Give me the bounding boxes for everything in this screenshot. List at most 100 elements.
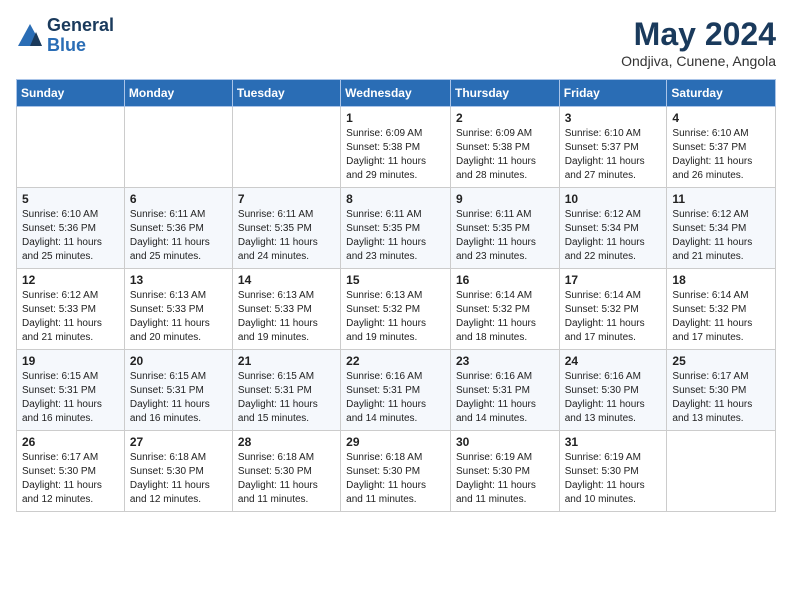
day-detail: Sunrise: 6:16 AM Sunset: 5:31 PM Dayligh…	[346, 370, 445, 426]
day-detail: Sunrise: 6:09 AM Sunset: 5:38 PM Dayligh…	[346, 127, 445, 183]
day-number: 15	[346, 273, 445, 287]
calendar-cell-w2-d5: 9 Sunrise: 6:11 AM Sunset: 5:35 PM Daylig…	[450, 188, 559, 269]
calendar-cell-w3-d1: 12 Sunrise: 6:12 AM Sunset: 5:33 PM Dayli…	[17, 269, 125, 350]
calendar-cell-w1-d2	[124, 107, 232, 188]
day-number: 26	[22, 435, 119, 449]
calendar-cell-w1-d5: 2 Sunrise: 6:09 AM Sunset: 5:38 PM Daylig…	[450, 107, 559, 188]
calendar-cell-w5-d4: 29 Sunrise: 6:18 AM Sunset: 5:30 PM Dayli…	[341, 431, 451, 512]
calendar-cell-w2-d7: 11 Sunrise: 6:12 AM Sunset: 5:34 PM Dayli…	[667, 188, 776, 269]
day-detail: Sunrise: 6:16 AM Sunset: 5:31 PM Dayligh…	[456, 370, 554, 426]
calendar-cell-w1-d4: 1 Sunrise: 6:09 AM Sunset: 5:38 PM Daylig…	[341, 107, 451, 188]
day-number: 2	[456, 111, 554, 125]
logo-icon	[16, 22, 44, 50]
week-row-3: 12 Sunrise: 6:12 AM Sunset: 5:33 PM Dayli…	[17, 269, 776, 350]
calendar-cell-w2-d2: 6 Sunrise: 6:11 AM Sunset: 5:36 PM Daylig…	[124, 188, 232, 269]
day-number: 8	[346, 192, 445, 206]
day-number: 24	[565, 354, 662, 368]
day-detail: Sunrise: 6:15 AM Sunset: 5:31 PM Dayligh…	[22, 370, 119, 426]
month-year: May 2024	[621, 16, 776, 53]
day-number: 12	[22, 273, 119, 287]
day-number: 7	[238, 192, 335, 206]
col-saturday: Saturday	[667, 80, 776, 107]
calendar-cell-w4-d1: 19 Sunrise: 6:15 AM Sunset: 5:31 PM Dayli…	[17, 350, 125, 431]
day-number: 6	[130, 192, 227, 206]
calendar-cell-w3-d2: 13 Sunrise: 6:13 AM Sunset: 5:33 PM Dayli…	[124, 269, 232, 350]
day-number: 22	[346, 354, 445, 368]
day-number: 21	[238, 354, 335, 368]
week-row-1: 1 Sunrise: 6:09 AM Sunset: 5:38 PM Daylig…	[17, 107, 776, 188]
day-number: 29	[346, 435, 445, 449]
day-detail: Sunrise: 6:18 AM Sunset: 5:30 PM Dayligh…	[130, 451, 227, 507]
day-number: 14	[238, 273, 335, 287]
calendar-cell-w3-d4: 15Sunrise: 6:13 AM Sunset: 5:32 PM Dayli…	[341, 269, 451, 350]
day-detail: Sunrise: 6:16 AM Sunset: 5:30 PM Dayligh…	[565, 370, 662, 426]
calendar-cell-w5-d5: 30Sunrise: 6:19 AM Sunset: 5:30 PM Dayli…	[450, 431, 559, 512]
calendar-cell-w3-d3: 14 Sunrise: 6:13 AM Sunset: 5:33 PM Dayli…	[232, 269, 340, 350]
week-row-5: 26 Sunrise: 6:17 AM Sunset: 5:30 PM Dayli…	[17, 431, 776, 512]
page-header: General Blue May 2024 Ondjiva, Cunene, A…	[16, 16, 776, 69]
day-detail: Sunrise: 6:11 AM Sunset: 5:35 PM Dayligh…	[456, 208, 554, 264]
day-detail: Sunrise: 6:13 AM Sunset: 5:33 PM Dayligh…	[238, 289, 335, 345]
col-monday: Monday	[124, 80, 232, 107]
calendar-cell-w4-d5: 23 Sunrise: 6:16 AM Sunset: 5:31 PM Dayli…	[450, 350, 559, 431]
day-detail: Sunrise: 6:12 AM Sunset: 5:34 PM Dayligh…	[565, 208, 662, 264]
day-number: 1	[346, 111, 445, 125]
calendar-cell-w4-d6: 24 Sunrise: 6:16 AM Sunset: 5:30 PM Dayli…	[559, 350, 667, 431]
col-wednesday: Wednesday	[341, 80, 451, 107]
day-detail: Sunrise: 6:11 AM Sunset: 5:36 PM Dayligh…	[130, 208, 227, 264]
day-number: 13	[130, 273, 227, 287]
day-detail: Sunrise: 6:10 AM Sunset: 5:37 PM Dayligh…	[672, 127, 770, 183]
title-block: May 2024 Ondjiva, Cunene, Angola	[621, 16, 776, 69]
day-number: 4	[672, 111, 770, 125]
calendar-cell-w5-d6: 31Sunrise: 6:19 AM Sunset: 5:30 PM Dayli…	[559, 431, 667, 512]
day-detail: Sunrise: 6:12 AM Sunset: 5:34 PM Dayligh…	[672, 208, 770, 264]
calendar-cell-w5-d1: 26 Sunrise: 6:17 AM Sunset: 5:30 PM Dayli…	[17, 431, 125, 512]
calendar-cell-w2-d4: 8 Sunrise: 6:11 AM Sunset: 5:35 PM Daylig…	[341, 188, 451, 269]
day-number: 31	[565, 435, 662, 449]
day-detail: Sunrise: 6:10 AM Sunset: 5:37 PM Dayligh…	[565, 127, 662, 183]
calendar-cell-w5-d3: 28Sunrise: 6:18 AM Sunset: 5:30 PM Dayli…	[232, 431, 340, 512]
day-detail: Sunrise: 6:14 AM Sunset: 5:32 PM Dayligh…	[565, 289, 662, 345]
day-detail: Sunrise: 6:12 AM Sunset: 5:33 PM Dayligh…	[22, 289, 119, 345]
day-number: 3	[565, 111, 662, 125]
week-row-2: 5Sunrise: 6:10 AM Sunset: 5:36 PM Daylig…	[17, 188, 776, 269]
day-number: 11	[672, 192, 770, 206]
logo: General Blue	[16, 16, 114, 56]
calendar-cell-w4-d3: 21 Sunrise: 6:15 AM Sunset: 5:31 PM Dayli…	[232, 350, 340, 431]
day-number: 19	[22, 354, 119, 368]
logo-blue-text: Blue	[47, 36, 114, 56]
day-detail: Sunrise: 6:17 AM Sunset: 5:30 PM Dayligh…	[22, 451, 119, 507]
day-detail: Sunrise: 6:17 AM Sunset: 5:30 PM Dayligh…	[672, 370, 770, 426]
calendar-cell-w1-d7: 4 Sunrise: 6:10 AM Sunset: 5:37 PM Daylig…	[667, 107, 776, 188]
col-sunday: Sunday	[17, 80, 125, 107]
day-detail: Sunrise: 6:11 AM Sunset: 5:35 PM Dayligh…	[346, 208, 445, 264]
calendar-cell-w1-d1	[17, 107, 125, 188]
day-number: 10	[565, 192, 662, 206]
calendar-header-row: Sunday Monday Tuesday Wednesday Thursday…	[17, 80, 776, 107]
day-number: 23	[456, 354, 554, 368]
col-thursday: Thursday	[450, 80, 559, 107]
calendar-cell-w3-d6: 17 Sunrise: 6:14 AM Sunset: 5:32 PM Dayli…	[559, 269, 667, 350]
day-number: 20	[130, 354, 227, 368]
day-detail: Sunrise: 6:18 AM Sunset: 5:30 PM Dayligh…	[346, 451, 445, 507]
day-detail: Sunrise: 6:15 AM Sunset: 5:31 PM Dayligh…	[238, 370, 335, 426]
calendar-cell-w1-d6: 3 Sunrise: 6:10 AM Sunset: 5:37 PM Daylig…	[559, 107, 667, 188]
day-number: 17	[565, 273, 662, 287]
logo-general-text: General	[47, 16, 114, 36]
calendar-cell-w4-d4: 22 Sunrise: 6:16 AM Sunset: 5:31 PM Dayli…	[341, 350, 451, 431]
day-number: 27	[130, 435, 227, 449]
location: Ondjiva, Cunene, Angola	[621, 53, 776, 69]
calendar-cell-w1-d3	[232, 107, 340, 188]
day-number: 30	[456, 435, 554, 449]
day-detail: Sunrise: 6:13 AM Sunset: 5:33 PM Dayligh…	[130, 289, 227, 345]
calendar-cell-w2-d6: 10 Sunrise: 6:12 AM Sunset: 5:34 PM Dayli…	[559, 188, 667, 269]
calendar-cell-w5-d7	[667, 431, 776, 512]
calendar-cell-w4-d7: 25Sunrise: 6:17 AM Sunset: 5:30 PM Dayli…	[667, 350, 776, 431]
day-detail: Sunrise: 6:15 AM Sunset: 5:31 PM Dayligh…	[130, 370, 227, 426]
day-detail: Sunrise: 6:09 AM Sunset: 5:38 PM Dayligh…	[456, 127, 554, 183]
col-tuesday: Tuesday	[232, 80, 340, 107]
day-number: 9	[456, 192, 554, 206]
day-detail: Sunrise: 6:14 AM Sunset: 5:32 PM Dayligh…	[672, 289, 770, 345]
day-detail: Sunrise: 6:18 AM Sunset: 5:30 PM Dayligh…	[238, 451, 335, 507]
day-detail: Sunrise: 6:10 AM Sunset: 5:36 PM Dayligh…	[22, 208, 119, 264]
